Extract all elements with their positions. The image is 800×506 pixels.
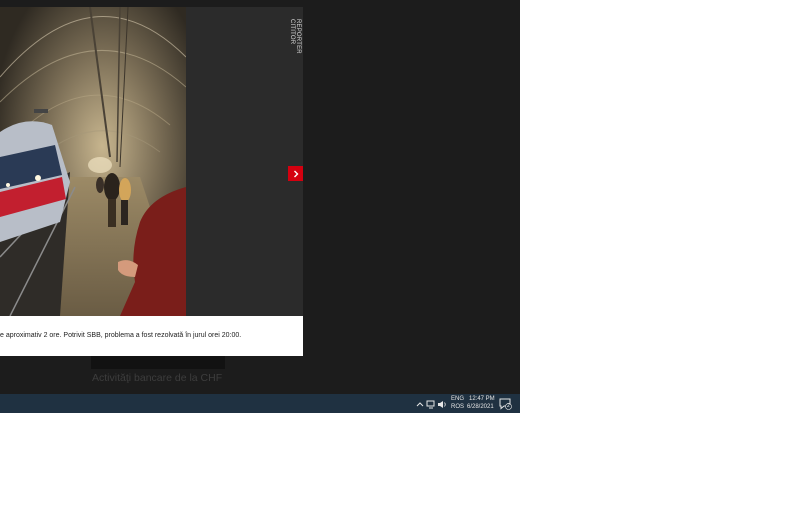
clock-date[interactable]: 6/28/2021 [467, 404, 494, 411]
clock-time[interactable]: 12:47 PM [469, 396, 495, 403]
photo-viewer: REPORTER CITITOR e aproximativ 2 ore. Po… [0, 7, 303, 356]
article-thumbnail[interactable] [91, 356, 225, 369]
taskbar: ENG ROS 12:47 PM 6/28/2021 2 [0, 394, 520, 413]
article-headline[interactable]: Activităţi bancare de la CHF [92, 372, 232, 384]
desktop-screen: Activităţi bancare de la CHF REPORTER CI… [0, 0, 520, 413]
next-photo-button[interactable] [288, 166, 303, 181]
volume-icon[interactable] [436, 398, 448, 410]
chevron-right-icon [293, 170, 298, 177]
tunnel-train-photo [0, 7, 186, 316]
reporter-label: REPORTER CITITOR [289, 19, 301, 54]
photo-caption: e aproximativ 2 ore. Potrivit SBB, probl… [0, 316, 303, 356]
notification-count: 2 [507, 403, 510, 409]
notification-icon[interactable]: 2 [499, 397, 512, 410]
language-code[interactable]: ENG [451, 396, 464, 403]
keyboard-layout[interactable]: ROS [451, 404, 464, 411]
photo-image [0, 7, 186, 316]
caption-text: e aproximativ 2 ore. Potrivit SBB, probl… [0, 332, 242, 339]
